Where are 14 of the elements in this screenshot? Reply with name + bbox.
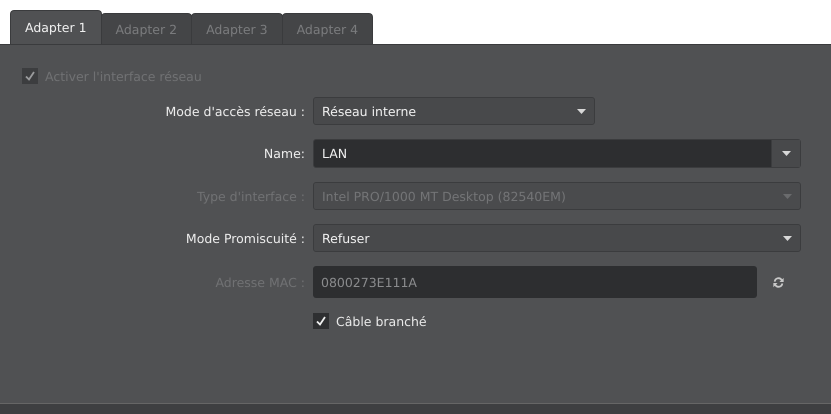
caret-icon <box>577 108 586 114</box>
refresh-icon[interactable] <box>771 274 786 290</box>
field-label: Name: <box>262 146 305 161</box>
dropdown[interactable]: Réseau interne <box>313 97 595 125</box>
tab[interactable]: Adapter 1 <box>10 10 102 44</box>
checkbox-label: Câble branché <box>336 314 427 328</box>
field-label: Mode Promiscuité : <box>184 230 305 246</box>
caret-icon <box>783 194 792 198</box>
caret-icon <box>782 151 790 156</box>
combo-input[interactable]: LAN <box>313 139 801 168</box>
dropdown[interactable]: Refuser <box>313 224 801 252</box>
field-label: Mode d'accès réseau : <box>164 104 305 118</box>
checkbox[interactable] <box>313 313 329 329</box>
caret-icon <box>783 236 792 240</box>
